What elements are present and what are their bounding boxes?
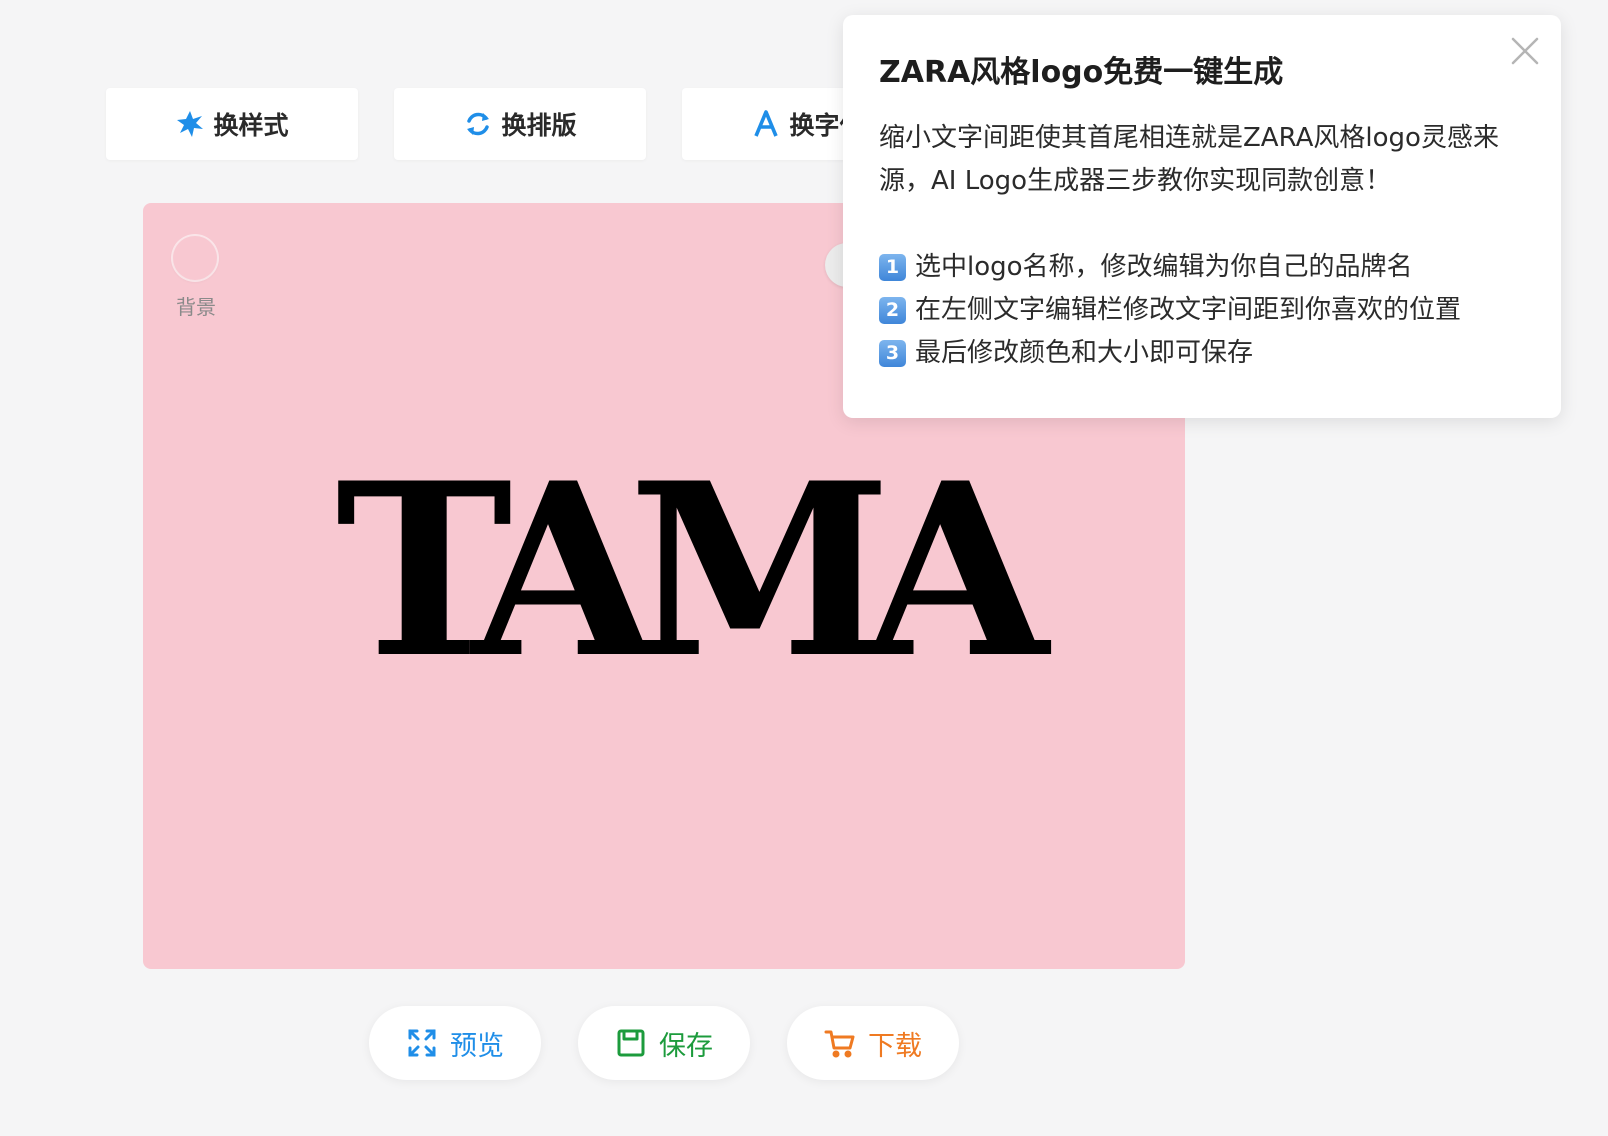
change-style-button[interactable]: 换样式	[106, 88, 358, 160]
step-number-badge: 2	[879, 297, 906, 324]
popup-title: ZARA风格logo免费一键生成	[879, 55, 1284, 90]
popup-description: 缩小文字间距使其首尾相连就是ZARA风格logo灵感来源，AI Logo生成器三…	[879, 123, 1499, 196]
background-color-swatch[interactable]	[173, 236, 217, 280]
step-number-badge: 3	[879, 340, 906, 367]
download-label: 下载	[868, 1030, 922, 1062]
star-burst-icon	[175, 109, 205, 139]
popup-step: 1 选中logo名称，修改编辑为你自己的品牌名	[879, 246, 1525, 289]
popup-step-text: 选中logo名称，修改编辑为你自己的品牌名	[915, 252, 1413, 282]
logo-text[interactable]: TAMA	[143, 453, 1185, 691]
popup-step: 3 最后修改颜色和大小即可保存	[879, 332, 1525, 375]
refresh-icon	[463, 109, 493, 139]
shopping-cart-icon	[824, 1027, 856, 1059]
background-label: 背景	[176, 295, 216, 319]
change-layout-button[interactable]: 换排版	[394, 88, 646, 160]
zara-tip-popup: ZARA风格logo免费一键生成 缩小文字间距使其首尾相连就是ZARA风格log…	[843, 15, 1561, 418]
preview-label: 预览	[450, 1030, 504, 1062]
expand-icon	[406, 1027, 438, 1059]
change-layout-label: 换排版	[501, 111, 577, 140]
download-button[interactable]: 下载	[787, 1006, 959, 1080]
step-number-badge: 1	[879, 254, 906, 281]
save-button[interactable]: 保存	[578, 1006, 750, 1080]
change-style-label: 换样式	[213, 111, 289, 140]
floppy-disk-icon	[615, 1027, 647, 1059]
close-icon[interactable]	[1509, 35, 1541, 67]
popup-step-text: 最后修改颜色和大小即可保存	[915, 338, 1254, 368]
popup-step: 2 在左侧文字编辑栏修改文字间距到你喜欢的位置	[879, 289, 1525, 332]
save-label: 保存	[659, 1030, 713, 1062]
preview-button[interactable]: 预览	[369, 1006, 541, 1080]
popup-step-text: 在左侧文字编辑栏修改文字间距到你喜欢的位置	[915, 295, 1462, 325]
letter-a-icon	[751, 109, 781, 139]
